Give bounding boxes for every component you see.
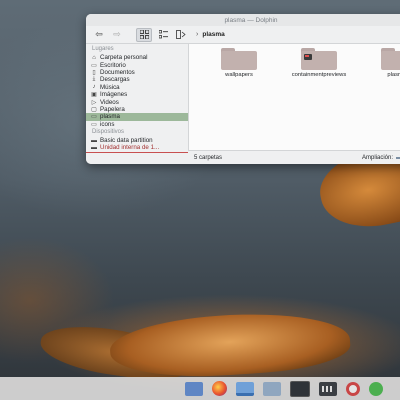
arrow-right-icon[interactable]: ⇨ xyxy=(110,29,124,41)
place-trash[interactable]: ▢ Papelera xyxy=(86,106,188,113)
zoom-label: Ampliación: xyxy=(361,154,393,161)
music-icon: ♪ xyxy=(92,84,96,91)
drive-icon: ▬ xyxy=(91,144,97,151)
details-view-icon[interactable] xyxy=(156,29,170,41)
zoom-slider[interactable] xyxy=(396,156,400,159)
split-view-icon[interactable] xyxy=(174,29,188,41)
folder-icon xyxy=(221,48,257,70)
app-launcher-icon[interactable] xyxy=(185,381,203,396)
arrow-left-icon[interactable]: ⇦ xyxy=(92,29,106,41)
device-basic-partition[interactable]: ▬ Basic data partition xyxy=(86,137,188,144)
place-desktop[interactable]: ▭ Escritorio xyxy=(86,61,188,69)
breadcrumb: › plasma xyxy=(196,31,225,38)
place-documents[interactable]: ▯ Documentos xyxy=(86,69,188,76)
terminal-icon[interactable] xyxy=(290,380,310,397)
app-icon[interactable] xyxy=(369,381,383,396)
place-music[interactable]: ♪ Música xyxy=(86,84,188,91)
icon-view-icon[interactable] xyxy=(136,27,152,42)
dolphin-icon[interactable] xyxy=(236,381,254,396)
video-editor-icon[interactable] xyxy=(319,381,337,396)
file-view[interactable]: wallpapers containmentpreviews plasmoid xyxy=(189,44,400,164)
place-plasma[interactable]: ▭ plasma xyxy=(86,113,188,121)
wallpaper-leaf xyxy=(108,306,352,384)
software-center-icon[interactable] xyxy=(346,381,360,396)
dolphin-window: plasma — Dolphin ⇦ ⇨ › plasma Lugares ⌂ C… xyxy=(86,14,400,164)
folder-label: plasmoid xyxy=(387,72,400,78)
place-videos[interactable]: ▷ Videos xyxy=(86,98,188,106)
folder-icon xyxy=(381,48,400,70)
status-bar: 5 carpetas Ampliación: xyxy=(188,150,400,164)
place-home[interactable]: ⌂ Carpeta personal xyxy=(86,54,188,61)
devices-section-title: Dispositivos xyxy=(92,128,125,135)
chevron-right-icon: › xyxy=(196,31,199,38)
zoom-control[interactable]: Ampliación: xyxy=(362,155,400,161)
desktop-icon: ▭ xyxy=(91,62,97,69)
folder-count: 5 carpetas xyxy=(194,154,223,161)
breadcrumb-item[interactable]: plasma xyxy=(202,31,224,38)
home-icon: ⌂ xyxy=(92,54,96,61)
video-icon: ▷ xyxy=(91,99,97,106)
folder-icon: ▭ xyxy=(91,114,97,121)
places-panel: Lugares ⌂ Carpeta personal ▭ Escritorio ▯ D… xyxy=(86,44,189,164)
device-internal-drive[interactable]: ▬ Unidad interna de 1... xyxy=(86,144,188,153)
image-icon: ▣ xyxy=(91,92,97,99)
window-title[interactable]: plasma — Dolphin xyxy=(86,14,400,26)
trash-icon: ▢ xyxy=(91,106,97,113)
download-icon: ⤓ xyxy=(92,76,96,83)
places-section-title: Lugares xyxy=(92,46,114,52)
taskbar xyxy=(0,377,400,400)
files-icon[interactable] xyxy=(263,381,281,396)
documents-icon: ▯ xyxy=(92,69,96,76)
folder-item[interactable]: containmentpreviews xyxy=(291,48,347,79)
folder-item[interactable]: wallpapers xyxy=(211,48,267,79)
folder-icon xyxy=(301,48,337,70)
drive-icon: ▬ xyxy=(91,137,97,144)
place-downloads[interactable]: ⤓ Descargas xyxy=(86,76,188,83)
firefox-icon[interactable] xyxy=(212,381,227,396)
folder-item[interactable]: plasmoid xyxy=(371,48,400,79)
folder-icon: ▭ xyxy=(91,121,97,128)
place-images[interactable]: ▣ Imágenes xyxy=(86,91,188,98)
folder-label: containmentpreviews xyxy=(291,72,347,78)
folder-label: wallpapers xyxy=(225,72,253,78)
toolbar: ⇦ ⇨ › plasma xyxy=(86,26,400,44)
place-icons[interactable]: ▭ icons xyxy=(86,121,188,128)
